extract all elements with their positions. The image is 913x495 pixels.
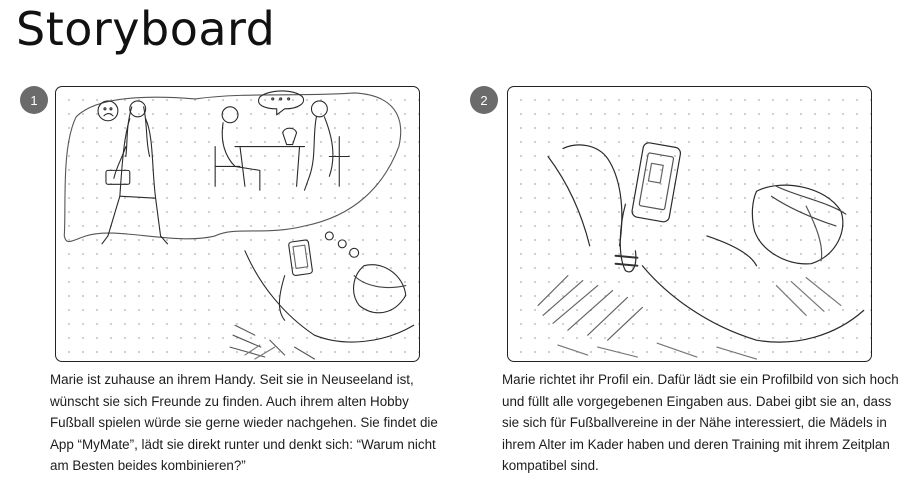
- storyboard-panel-2: [507, 86, 872, 362]
- panel-number-badge: 2: [470, 86, 498, 114]
- panel-caption: Marie richtet ihr Profil ein. Dafür lädt…: [502, 372, 899, 473]
- sketch-frame: [55, 86, 420, 362]
- sketch-frame: [507, 86, 872, 362]
- sketch-illustration-woman-dreaming: [63, 90, 415, 360]
- storyboard-panel-1: [55, 86, 420, 362]
- panel-caption: Marie ist zuhause an ihrem Handy. Seit s…: [50, 372, 438, 473]
- sketch-illustration-woman-with-phone: [537, 142, 865, 360]
- page-title: Storyboard: [16, 2, 276, 56]
- panel-number-badge: 1: [20, 86, 48, 114]
